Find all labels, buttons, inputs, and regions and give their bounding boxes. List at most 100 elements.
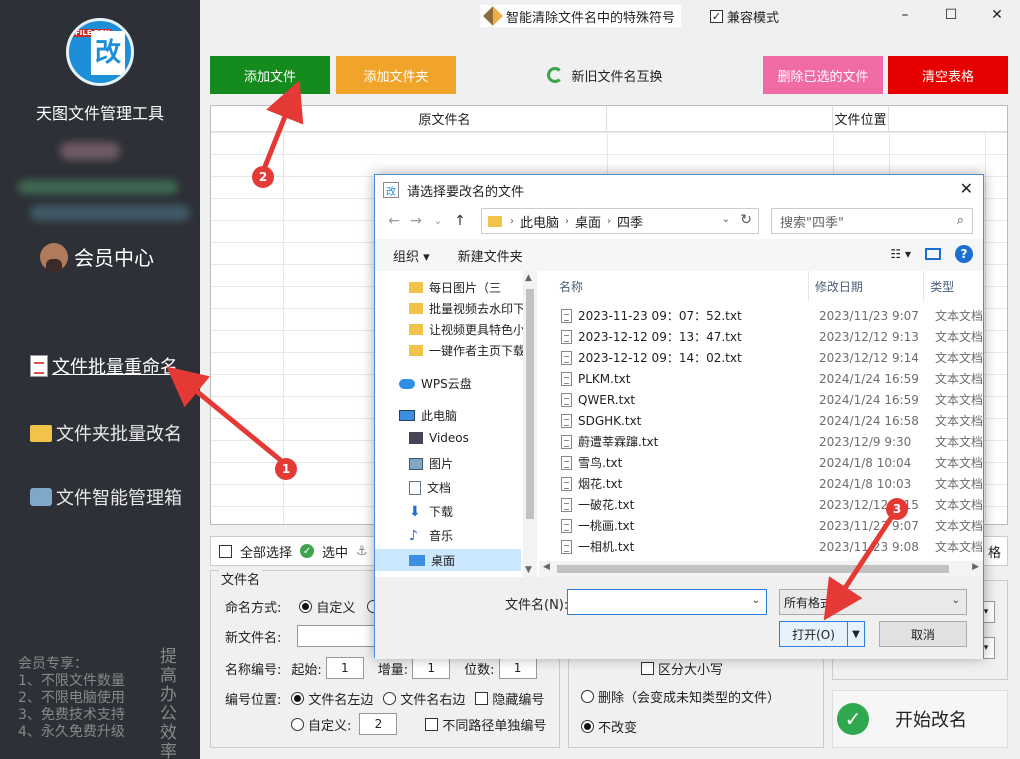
breadcrumb-item[interactable]: 桌面: [569, 212, 607, 231]
digits-input[interactable]: 1: [498, 657, 537, 679]
new-name-input[interactable]: [297, 625, 378, 647]
navigation-tree[interactable]: 每日图片（三 批量视频去水印下 让视频更具特色小 一键作者主页下载 WPS云盘 …: [375, 271, 525, 577]
breadcrumb-item[interactable]: 此电脑: [514, 212, 565, 231]
tree-item[interactable]: 一键作者主页下载: [409, 342, 525, 359]
col-name[interactable]: 名称: [539, 271, 809, 301]
tree-item[interactable]: 图片: [409, 455, 453, 472]
tree-scrollbar[interactable]: ▲ ▼: [523, 271, 537, 577]
select-all-label[interactable]: 全部选择: [240, 542, 292, 561]
file-list-hscrollbar[interactable]: ◀ ▶: [539, 561, 983, 577]
tree-item[interactable]: 每日图片（三: [409, 279, 501, 296]
tree-item[interactable]: 文档: [409, 479, 451, 496]
breadcrumb-item[interactable]: 四季: [611, 212, 649, 231]
file-type-filter[interactable]: 所有格式 ⌄: [779, 589, 967, 615]
preview-pane-icon[interactable]: [925, 248, 941, 260]
organize-button[interactable]: 组织 ▾: [393, 246, 430, 265]
file-row[interactable]: 2023-12-12 09：14：02.txt 2023/12/12 9:14 文本…: [539, 347, 983, 368]
file-row[interactable]: SDGHK.txt 2024/1/24 16:58 文本文档: [539, 410, 983, 431]
tree-item[interactable]: 让视频更具特色小: [409, 321, 525, 338]
add-folder-button[interactable]: 添加文件夹: [336, 56, 456, 94]
filename-input[interactable]: ⌄: [567, 589, 767, 615]
tree-item[interactable]: 批量视频去水印下: [409, 300, 525, 317]
window-controls: – ☐ ✕: [882, 0, 1020, 30]
chevron-down-icon[interactable]: ⌄: [427, 216, 449, 227]
case-sensitive-checkbox[interactable]: [641, 662, 654, 675]
new-folder-button[interactable]: 新建文件夹: [458, 246, 523, 265]
file-row[interactable]: 一破花.txt 2023/12/12 9:15 文本文档: [539, 494, 983, 515]
open-button[interactable]: 打开(O) ▼: [779, 621, 865, 647]
select-all-checkbox[interactable]: [219, 544, 232, 558]
maximize-icon[interactable]: ☐: [928, 0, 974, 30]
file-row[interactable]: 一桃画.txt 2023/11/23 9:07 文本文档: [539, 515, 983, 536]
scroll-down-icon[interactable]: ▼: [525, 565, 532, 575]
file-date: 2024/1/8 10:04: [818, 455, 912, 470]
smart-clean-button[interactable]: 智能清除文件名中的特殊符号: [480, 5, 682, 27]
minimize-icon[interactable]: –: [882, 0, 928, 30]
view-options-icon[interactable]: ☷ ▾: [890, 247, 911, 261]
nav-batch-rename-folders[interactable]: 文件夹批量改名: [30, 420, 182, 446]
tree-item-selected[interactable]: 桌面: [375, 549, 521, 571]
address-bar[interactable]: › 此电脑 › 桌面 › 四季 ⌄ ↻: [481, 208, 759, 234]
back-arrow-icon[interactable]: ←: [383, 213, 405, 229]
scrollbar-thumb[interactable]: [526, 289, 534, 519]
radio-custom-position[interactable]: [291, 717, 304, 731]
refresh-icon[interactable]: ↻: [740, 212, 752, 228]
custom-position-input[interactable]: 2: [359, 713, 398, 735]
file-row[interactable]: 蔚遭莘霖蹿.txt 2023/12/9 9:30 文本文档: [539, 431, 983, 452]
forward-arrow-icon[interactable]: →: [405, 213, 427, 229]
radio-custom[interactable]: [299, 600, 313, 613]
help-icon[interactable]: ?: [955, 245, 973, 263]
file-date: 2023/12/12 9:14: [818, 350, 919, 365]
file-row[interactable]: 烟花.txt 2024/1/8 10:03 文本文档: [539, 473, 983, 494]
radio-right[interactable]: [383, 692, 397, 705]
select-partial-label[interactable]: 选中: [322, 542, 348, 561]
nav-batch-rename-files[interactable]: 文件批量重命名: [30, 353, 178, 379]
col-original-name[interactable]: 原文件名: [283, 106, 607, 131]
start-rename-button[interactable]: ✓ 开始改名: [832, 690, 1008, 748]
radio-keep-ext[interactable]: [581, 720, 594, 733]
increment-input[interactable]: 1: [412, 657, 451, 679]
nav-smart-file-box[interactable]: 文件智能管理箱: [30, 484, 182, 510]
col-type[interactable]: 类型: [924, 271, 983, 301]
start-input[interactable]: 1: [325, 657, 364, 679]
delete-ext-row: 删除（会变成未知类型的文件）: [581, 687, 780, 706]
compat-mode-checkbox[interactable]: ✓ 兼容模式: [710, 7, 779, 26]
member-center-button[interactable]: 会员中心: [40, 242, 154, 271]
file-row[interactable]: 雪鸟.txt 2024/1/8 10:04 文本文档: [539, 452, 983, 473]
hide-number-checkbox[interactable]: [475, 692, 489, 705]
separate-numbering-checkbox[interactable]: [425, 717, 439, 731]
radio-left[interactable]: [291, 692, 305, 705]
radio-delete-ext[interactable]: [581, 690, 594, 703]
close-icon[interactable]: ✕: [974, 0, 1020, 30]
file-row[interactable]: 一相机.txt 2023/11/23 9:08 文本文档: [539, 536, 983, 557]
search-input[interactable]: 搜索"四季" ⌕: [771, 208, 973, 234]
col-location[interactable]: 文件位置: [833, 106, 889, 131]
close-icon[interactable]: ✕: [960, 179, 973, 198]
scrollbar-thumb[interactable]: [557, 565, 949, 573]
tree-item[interactable]: ⬇ 下载: [409, 503, 453, 520]
member-center-label: 会员中心: [74, 246, 154, 270]
file-row[interactable]: 2023-12-12 09：13：47.txt 2023/12/12 9:13 文本…: [539, 326, 983, 347]
tree-item[interactable]: ♪ 音乐: [409, 527, 453, 544]
clear-table-button[interactable]: 清空表格: [888, 56, 1008, 94]
swap-names-button[interactable]: 新旧文件名互换: [545, 56, 665, 94]
dropdown-arrow-icon[interactable]: ▼: [848, 629, 864, 640]
file-list[interactable]: 名称 修改日期 类型 2023-11-23 09：07：52.txt 2023/1…: [539, 271, 983, 561]
computer-icon: [399, 410, 415, 421]
col-date[interactable]: 修改日期: [809, 271, 925, 301]
scroll-up-icon[interactable]: ▲: [525, 273, 532, 283]
chevron-down-icon[interactable]: ⌄: [752, 595, 760, 606]
file-row[interactable]: PLKM.txt 2024/1/24 16:59 文本文档: [539, 368, 983, 389]
tree-item[interactable]: WPS云盘: [399, 375, 472, 392]
cancel-button[interactable]: 取消: [879, 621, 967, 647]
tree-item[interactable]: 此电脑: [399, 407, 457, 424]
up-arrow-icon[interactable]: ↑: [449, 213, 471, 229]
file-row[interactable]: 2023-11-23 09：07：52.txt 2023/11/23 9:07 文本…: [539, 305, 983, 326]
tree-item[interactable]: Videos: [409, 431, 469, 445]
scroll-left-icon[interactable]: ◀: [543, 562, 550, 572]
file-row[interactable]: QWER.txt 2024/1/24 16:59 文本文档: [539, 389, 983, 410]
chevron-down-icon[interactable]: ⌄: [722, 214, 730, 225]
scroll-right-icon[interactable]: ▶: [972, 562, 979, 572]
delete-selected-button[interactable]: 删除已选的文件: [763, 56, 883, 94]
add-file-button[interactable]: 添加文件: [210, 56, 330, 94]
